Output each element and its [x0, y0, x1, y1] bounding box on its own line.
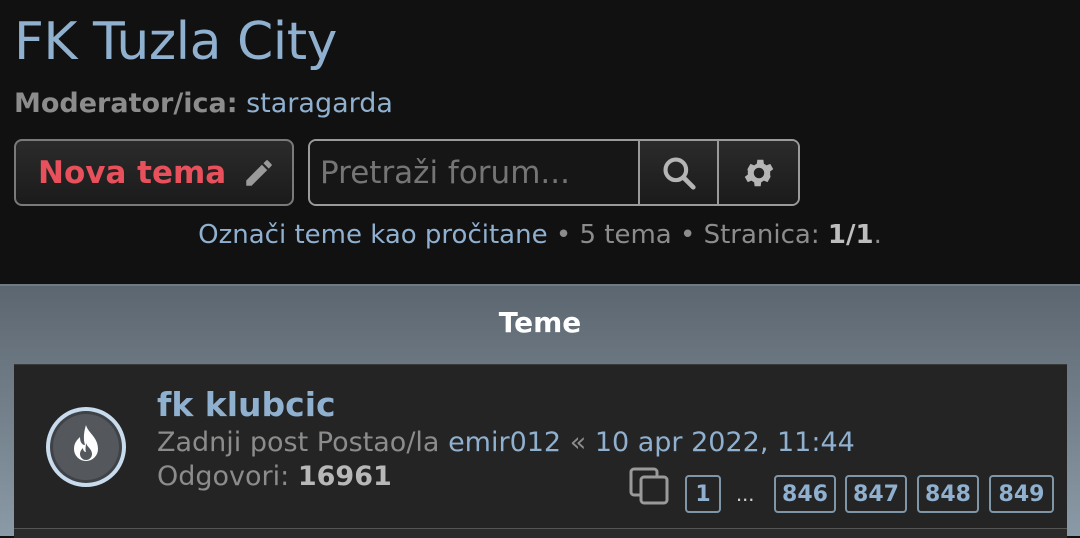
topic-count: 5 tema [579, 220, 672, 250]
search-icon [662, 156, 696, 190]
page-label: Stranica: [703, 220, 828, 250]
topic-info-line: Označi teme kao pročitane • 5 tema • Str… [0, 220, 1080, 250]
page-button[interactable]: 848 [917, 475, 979, 513]
search-button[interactable] [640, 141, 720, 204]
moderator-line: Moderator/ica: staragarda [14, 88, 393, 119]
separator: • [547, 220, 580, 250]
new-topic-button[interactable]: Nova tema [14, 139, 294, 206]
topic-row[interactable]: fk klubcic Zadnji post Postao/la emir012… [14, 364, 1067, 528]
pencil-icon [246, 159, 272, 186]
next-topic-row-edge [14, 528, 1067, 538]
page-button[interactable]: 847 [845, 475, 907, 513]
new-topic-label: Nova tema [38, 154, 227, 191]
page-end: . [873, 220, 882, 250]
last-post-time-link[interactable]: 10 apr 2022, 11:44 [595, 427, 855, 458]
topics-panel: Teme fk klubcic Zadnji post Postao/la em… [0, 284, 1080, 538]
moderator-name-link[interactable]: staragarda [246, 88, 393, 119]
advanced-search-button[interactable] [719, 141, 798, 204]
moderator-label: Moderator/ica: [14, 88, 238, 119]
page-value: 1/1 [827, 220, 874, 250]
search-box [308, 139, 800, 206]
mark-topics-read-link[interactable]: Označi teme kao pročitane [198, 220, 547, 250]
replies-count: 16961 [297, 461, 392, 492]
pages-ellipsis: ... [736, 481, 755, 506]
search-input[interactable] [310, 141, 640, 204]
page-button[interactable]: 1 [685, 475, 721, 513]
gear-icon [744, 159, 773, 186]
forum-header: FK Tuzla City Moderator/ica: staragarda … [0, 0, 1080, 284]
last-post-line: Zadnji post Postao/la emir012 « 10 apr 2… [157, 427, 855, 458]
page-button[interactable]: 846 [774, 475, 836, 513]
last-post-separator: « [561, 427, 595, 458]
topic-title-link[interactable]: fk klubcic [157, 385, 336, 424]
last-post-prefix: Zadnji post Postao/la [157, 427, 449, 458]
hot-topic-flame-icon [46, 407, 126, 487]
page-button[interactable]: 849 [989, 475, 1054, 513]
replies-line: Odgovori: 16961 [157, 461, 392, 492]
panel-title: Teme [498, 306, 582, 339]
forum-title[interactable]: FK Tuzla City [14, 12, 337, 72]
last-post-user-link[interactable]: emir012 [448, 427, 561, 458]
replies-label: Odgovori: [157, 461, 298, 492]
pages-icon [629, 467, 669, 505]
separator: • [671, 220, 704, 250]
